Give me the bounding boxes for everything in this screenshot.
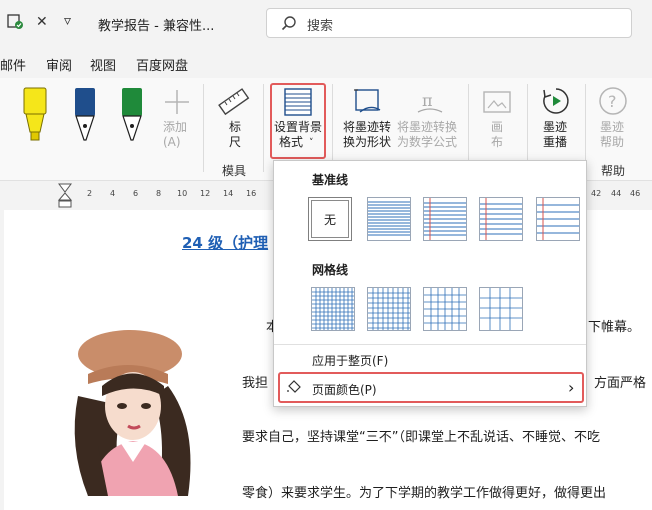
ink-to-shape-icon[interactable]	[352, 86, 384, 122]
tab-baidu-netdisk[interactable]: 百度网盘	[136, 55, 188, 74]
tab-view[interactable]: 视图	[90, 55, 116, 74]
page-background-format-menu: 基准线 无 网格线 应用于整页(F) 页面颜色(P) ›	[273, 160, 587, 407]
ink-to-math-label-1[interactable]: 将墨迹转换	[397, 120, 457, 135]
ruler-tick: 8	[156, 189, 162, 198]
ribbon-separator	[332, 84, 333, 172]
ink-help-label-1[interactable]: 墨迹	[600, 120, 624, 135]
yellow-highlighter-icon[interactable]	[20, 86, 50, 150]
ribbon-separator	[585, 84, 586, 172]
document-title: 教学报告 - 兼容性...	[98, 19, 215, 34]
ribbon-separator	[203, 84, 204, 172]
ribbon-separator	[527, 84, 528, 172]
ruler-icon[interactable]	[218, 86, 250, 122]
search-input[interactable]: 搜索	[266, 8, 632, 38]
sync-save-icon[interactable]	[6, 12, 24, 34]
chevron-down-icon: ˅	[309, 138, 314, 148]
add-pen-shortcut: (A)	[163, 135, 181, 149]
ink-to-shape-label-1[interactable]: 将墨迹转	[343, 120, 391, 135]
paint-bucket-icon	[286, 379, 302, 399]
ruler-tick: 6	[133, 189, 139, 198]
none-label: 无	[324, 213, 337, 227]
canvas-label-2: 布	[491, 135, 504, 149]
canvas-label-1[interactable]: 画	[491, 120, 503, 135]
illustration-girl-image[interactable]	[58, 326, 228, 500]
ink-help-label-2: 帮助	[600, 135, 625, 149]
ruler-tick: 46	[630, 189, 641, 198]
body-text-line-3: 要求自己，坚持课堂“三不”（即课堂上不乱说话、不睡觉、不吃	[242, 430, 600, 445]
search-placeholder: 搜索	[307, 19, 334, 34]
tab-review[interactable]: 审阅	[46, 55, 72, 74]
add-pen-icon[interactable]	[163, 88, 191, 120]
menu-divider	[274, 344, 586, 345]
ruler-tick: 44	[611, 189, 622, 198]
help-icon[interactable]: ?	[598, 86, 628, 120]
ruler-tick: 42	[591, 189, 602, 198]
tab-mailings[interactable]: 邮件	[0, 55, 26, 74]
search-icon	[281, 15, 297, 35]
body-text-line-4: 零食）来要求学生。为了下学期的教学工作做得更好，做得更出	[242, 486, 607, 501]
ruler-label-1[interactable]: 标	[229, 120, 241, 135]
chevron-right-icon: ›	[568, 378, 575, 397]
blue-pen-icon[interactable]	[70, 86, 100, 150]
add-pen-label[interactable]: 添加	[163, 120, 187, 135]
group-label-help: 帮助	[601, 164, 626, 178]
grid-xlarge-swatch[interactable]	[479, 287, 523, 331]
grid-large-swatch[interactable]	[423, 287, 467, 331]
ribbon-separator	[263, 84, 264, 172]
body-text-line-1-right: 下帷幕。	[588, 320, 641, 335]
page-background-format-label-1: 设置背景	[274, 120, 323, 134]
indent-marker-icon[interactable]	[57, 183, 73, 213]
ink-to-math-icon[interactable]: π	[414, 86, 446, 122]
chevron-down-icon[interactable]: ▿	[64, 13, 71, 29]
ruled-lines-icon	[284, 88, 312, 120]
ruler-tick: 4	[110, 189, 116, 198]
close-icon[interactable]: ✕	[36, 14, 48, 30]
baseline-narrow-swatch[interactable]	[367, 197, 411, 241]
ruler-tick: 12	[200, 189, 211, 198]
svg-text:π: π	[422, 91, 433, 110]
ink-to-math-label-2: 为数学公式	[397, 135, 458, 149]
baseline-standard-swatch[interactable]	[479, 197, 523, 241]
ink-replay-icon[interactable]	[541, 86, 571, 120]
baseline-none-swatch[interactable]: 无	[308, 197, 352, 241]
baseline-college-swatch[interactable]	[423, 197, 467, 241]
svg-text:?: ?	[608, 92, 617, 111]
apply-to-whole-page-item[interactable]: 应用于整页(F)	[312, 352, 388, 369]
baseline-wide-swatch[interactable]	[536, 197, 580, 241]
ruler-tick: 14	[223, 189, 234, 198]
baseline-heading: 基准线	[312, 173, 349, 187]
ink-to-shape-label-2: 换为形状	[343, 135, 392, 149]
ruler-tick: 2	[87, 189, 93, 198]
ink-replay-label-1[interactable]: 墨迹	[543, 120, 567, 135]
document-heading: 24 级（护理	[182, 234, 269, 252]
page-background-format-label-2: 格式	[279, 135, 304, 149]
canvas-icon[interactable]	[482, 88, 512, 120]
title-bar: ✕ ▿ 教学报告 - 兼容性... 搜索	[0, 0, 652, 48]
ink-replay-label-2: 重播	[543, 135, 568, 149]
ribbon-separator	[468, 84, 469, 172]
menu-bar: 邮件 审阅 视图 百度网盘	[0, 48, 652, 78]
body-text-line-2-left: 我担	[242, 376, 269, 391]
grid-heading: 网格线	[312, 263, 349, 277]
ruler-tick: 16	[246, 189, 257, 198]
ruler-tick: 10	[177, 189, 188, 198]
body-text-line-2-right: 方面严格	[594, 376, 647, 391]
green-pen-icon[interactable]	[117, 86, 147, 150]
grid-small-swatch[interactable]	[311, 287, 355, 331]
page-color-label: 页面颜色(P)	[312, 383, 377, 397]
grid-medium-swatch[interactable]	[367, 287, 411, 331]
group-label-template: 模具	[222, 164, 247, 178]
ruler-label-2: 尺	[229, 135, 242, 149]
